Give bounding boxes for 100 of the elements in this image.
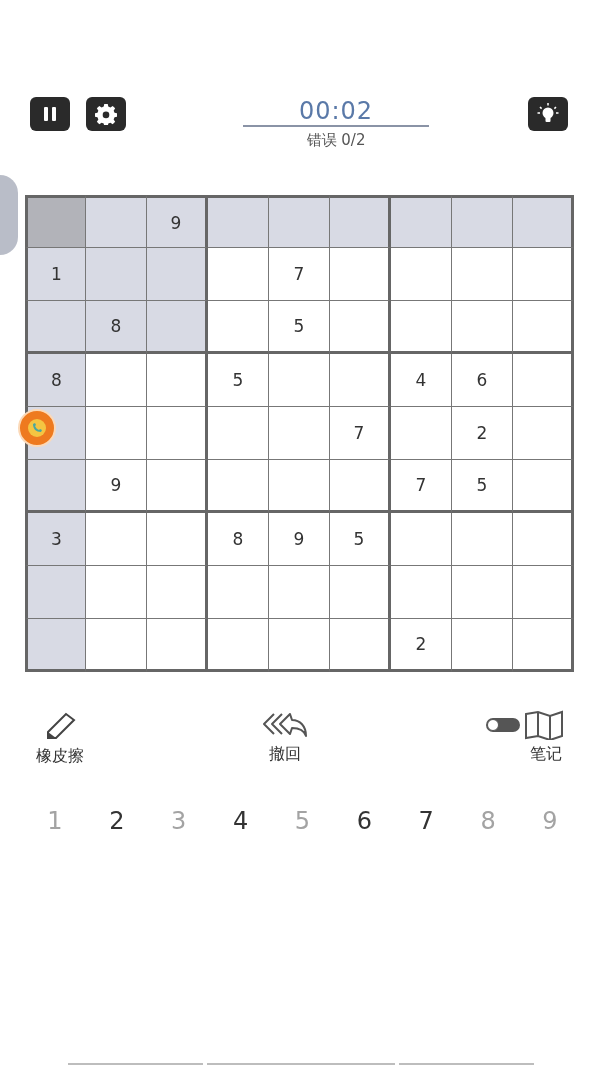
sudoku-cell[interactable] (208, 566, 269, 619)
sudoku-cell[interactable] (86, 566, 147, 619)
sudoku-cell[interactable] (25, 619, 86, 672)
sudoku-cell[interactable] (269, 566, 330, 619)
sudoku-cell[interactable] (147, 513, 208, 566)
sudoku-cell[interactable] (452, 513, 513, 566)
sudoku-cell[interactable] (86, 354, 147, 407)
sudoku-cell[interactable] (391, 513, 452, 566)
sudoku-cell[interactable] (86, 195, 147, 248)
pause-icon (43, 106, 57, 122)
sudoku-cell[interactable] (330, 354, 391, 407)
sudoku-cell[interactable] (208, 195, 269, 248)
sudoku-cell[interactable] (147, 248, 208, 301)
sudoku-cell[interactable] (330, 619, 391, 672)
timer: 00:02 (298, 97, 374, 125)
sudoku-cell[interactable] (147, 566, 208, 619)
sudoku-cell[interactable] (391, 195, 452, 248)
sudoku-cell[interactable]: 5 (452, 460, 513, 513)
sudoku-cell[interactable] (452, 248, 513, 301)
undo-arrow-icon (262, 710, 308, 738)
settings-icon (95, 103, 117, 125)
sudoku-cell[interactable]: 7 (391, 460, 452, 513)
sudoku-cell[interactable] (147, 301, 208, 354)
sudoku-cell[interactable] (513, 354, 574, 407)
phone-icon (27, 418, 47, 438)
sudoku-cell[interactable] (513, 619, 574, 672)
sudoku-cell[interactable] (269, 354, 330, 407)
sudoku-cell[interactable]: 8 (25, 354, 86, 407)
sudoku-cell[interactable] (391, 407, 452, 460)
sudoku-cell[interactable] (269, 195, 330, 248)
sudoku-cell[interactable]: 9 (147, 195, 208, 248)
sudoku-cell[interactable] (513, 460, 574, 513)
sudoku-cell[interactable] (25, 566, 86, 619)
number-key[interactable]: 4 (225, 807, 256, 835)
notes-toggle[interactable] (486, 718, 520, 732)
sudoku-cell[interactable] (513, 301, 574, 354)
number-key[interactable]: 2 (101, 807, 132, 835)
error-counter: 错误 0/2 (306, 131, 366, 149)
sudoku-cell[interactable] (513, 566, 574, 619)
undo-button[interactable]: 撤回 (262, 710, 308, 765)
sudoku-cell[interactable]: 2 (391, 619, 452, 672)
sudoku-cell[interactable] (86, 513, 147, 566)
sudoku-cell[interactable] (147, 354, 208, 407)
sudoku-cell[interactable] (452, 301, 513, 354)
sudoku-cell[interactable] (147, 460, 208, 513)
sudoku-cell[interactable] (25, 195, 86, 248)
number-key[interactable]: 6 (349, 807, 380, 835)
sudoku-cell[interactable] (452, 619, 513, 672)
sudoku-cell[interactable] (147, 407, 208, 460)
sudoku-cell[interactable] (269, 460, 330, 513)
number-key[interactable]: 7 (411, 807, 442, 835)
sudoku-cell[interactable] (513, 195, 574, 248)
sudoku-cell[interactable]: 5 (269, 301, 330, 354)
map-icon (524, 710, 564, 740)
sudoku-cell[interactable] (452, 566, 513, 619)
sudoku-cell[interactable] (86, 619, 147, 672)
sudoku-cell[interactable]: 8 (208, 513, 269, 566)
pause-button[interactable] (30, 97, 70, 131)
settings-button[interactable] (86, 97, 126, 131)
sudoku-cell[interactable]: 8 (86, 301, 147, 354)
sudoku-cell[interactable]: 3 (25, 513, 86, 566)
sudoku-cell[interactable] (147, 619, 208, 672)
sudoku-cell[interactable]: 9 (86, 460, 147, 513)
sudoku-cell[interactable] (452, 195, 513, 248)
sudoku-cell[interactable] (391, 301, 452, 354)
notes-button[interactable]: 笔记 (530, 744, 562, 765)
sudoku-cell[interactable] (208, 460, 269, 513)
sudoku-cell[interactable] (208, 619, 269, 672)
edge-handle[interactable] (0, 175, 18, 255)
sudoku-cell[interactable] (330, 460, 391, 513)
sudoku-cell[interactable] (86, 248, 147, 301)
sudoku-cell[interactable] (330, 566, 391, 619)
sudoku-cell[interactable] (208, 407, 269, 460)
sudoku-cell[interactable]: 2 (452, 407, 513, 460)
sudoku-cell[interactable] (208, 301, 269, 354)
sudoku-cell[interactable] (391, 248, 452, 301)
sudoku-cell[interactable] (269, 619, 330, 672)
sudoku-cell[interactable] (25, 301, 86, 354)
sudoku-cell[interactable] (330, 195, 391, 248)
sudoku-cell[interactable]: 5 (208, 354, 269, 407)
sudoku-cell[interactable]: 9 (269, 513, 330, 566)
sudoku-cell[interactable]: 5 (330, 513, 391, 566)
sudoku-cell[interactable] (330, 248, 391, 301)
sudoku-cell[interactable]: 4 (391, 354, 452, 407)
sudoku-cell[interactable] (86, 407, 147, 460)
sudoku-cell[interactable] (208, 248, 269, 301)
sudoku-cell[interactable] (269, 407, 330, 460)
sudoku-cell[interactable]: 7 (269, 248, 330, 301)
eraser-button[interactable]: 橡皮擦 (36, 710, 84, 767)
sudoku-cell[interactable] (25, 460, 86, 513)
sudoku-cell[interactable] (513, 513, 574, 566)
sudoku-cell[interactable]: 7 (330, 407, 391, 460)
sudoku-cell[interactable] (330, 301, 391, 354)
sudoku-cell[interactable] (513, 248, 574, 301)
sudoku-cell[interactable]: 1 (25, 248, 86, 301)
sudoku-cell[interactable] (391, 566, 452, 619)
sudoku-cell[interactable] (513, 407, 574, 460)
sudoku-cell[interactable]: 6 (452, 354, 513, 407)
hint-button[interactable] (528, 97, 568, 131)
phone-chat-bubble[interactable] (18, 409, 56, 447)
